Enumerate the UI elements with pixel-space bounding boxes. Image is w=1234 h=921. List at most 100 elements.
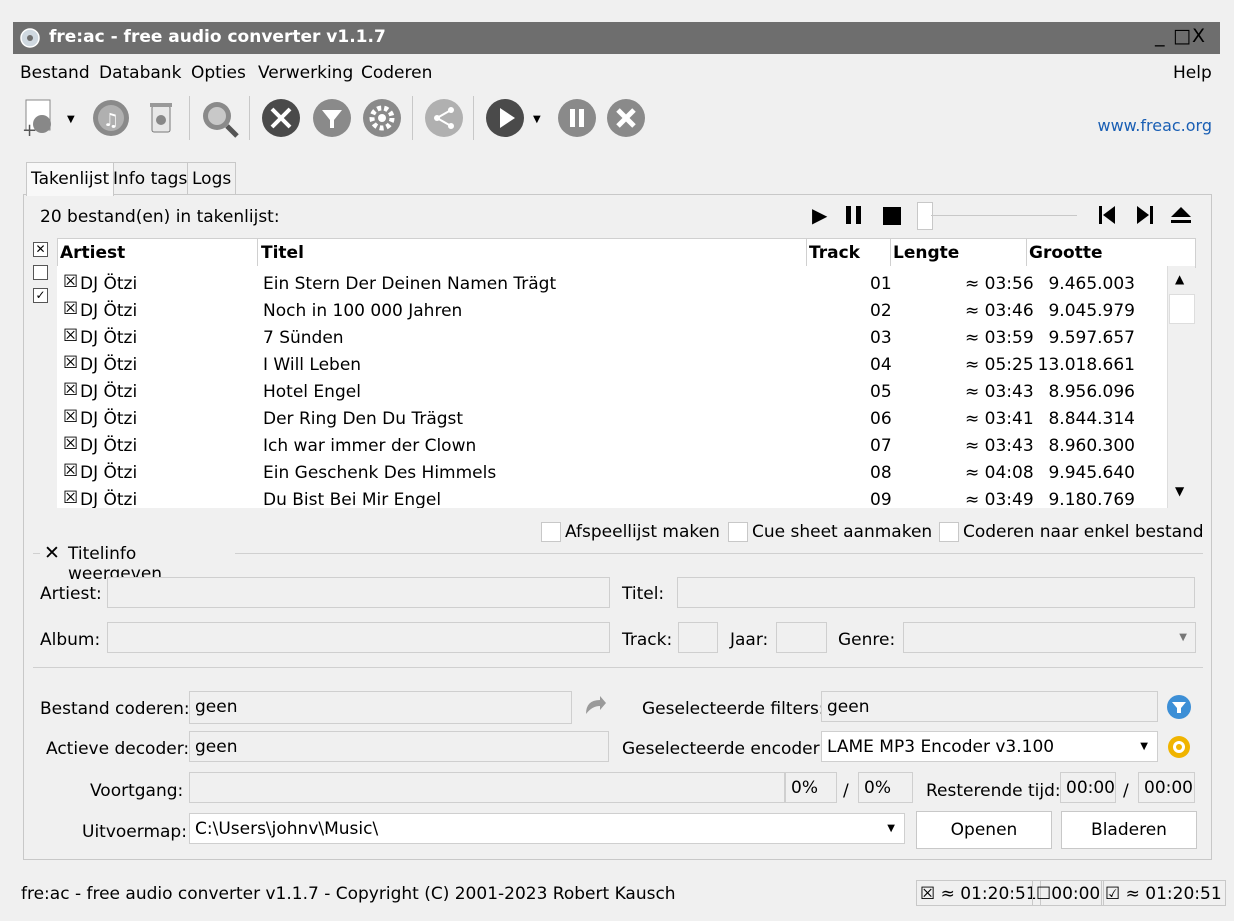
- remaining-separator: /: [1123, 781, 1129, 801]
- row-checkbox[interactable]: ☒: [63, 272, 78, 292]
- chevron-down-icon[interactable]: ▼: [67, 114, 75, 125]
- chevron-down-icon: ▼: [1140, 741, 1148, 752]
- eject-icon[interactable]: [1170, 205, 1192, 230]
- row-checkbox[interactable]: ☒: [63, 353, 78, 373]
- maximize-button[interactable]: □: [1173, 25, 1191, 47]
- row-checkbox[interactable]: ☒: [63, 380, 78, 400]
- album-field[interactable]: [107, 622, 610, 653]
- toggle-selection-checkbox[interactable]: ✓: [33, 288, 48, 303]
- chevron-down-icon[interactable]: ▼: [533, 114, 541, 125]
- open-button[interactable]: Openen: [916, 811, 1052, 849]
- cddb-query-icon[interactable]: [197, 96, 241, 140]
- output-folder-value: C:\Users\johnv\Music\: [195, 819, 379, 839]
- remove-icon[interactable]: [139, 96, 183, 140]
- stop-icon[interactable]: [604, 96, 648, 140]
- remaining-total-time: 00:00: [1138, 772, 1195, 803]
- titleinfo-toggle[interactable]: ✕ Titelinfo weergeven: [40, 542, 235, 584]
- cell-title: Noch in 100 000 Jahren: [263, 301, 463, 321]
- tab-takenlijst[interactable]: Takenlijst: [26, 162, 115, 196]
- status-text: fre:ac - free audio converter v1.1.7 - C…: [21, 884, 676, 904]
- row-checkbox[interactable]: ☒: [63, 326, 78, 346]
- playlist-checkbox[interactable]: [541, 522, 561, 542]
- pause-icon[interactable]: [555, 96, 599, 140]
- table-row[interactable]: ☒ DJ Ötzi Hotel Engel 05 ≈ 03:43 8.956.0…: [57, 378, 1167, 405]
- check-all-checkbox[interactable]: ✕: [33, 242, 48, 257]
- row-checkbox[interactable]: ☒: [63, 407, 78, 427]
- encoder-config-icon[interactable]: [1166, 734, 1192, 765]
- filter-settings-icon[interactable]: [1166, 694, 1192, 725]
- row-checkbox[interactable]: ☒: [63, 299, 78, 319]
- cell-title: Ein Stern Der Deinen Namen Trägt: [263, 274, 557, 294]
- year-field[interactable]: [776, 622, 827, 653]
- row-checkbox[interactable]: ☒: [63, 488, 78, 508]
- joblist-scrollbar[interactable]: ▲ ▼: [1167, 266, 1195, 508]
- column-size[interactable]: Grootte: [1029, 243, 1102, 263]
- cell-artist: DJ Ötzi: [80, 463, 138, 483]
- menu-bestand[interactable]: Bestand: [20, 63, 90, 83]
- table-row[interactable]: ☒ DJ Ötzi Ich war immer der Clown 07 ≈ 0…: [57, 432, 1167, 459]
- encoder-settings-icon[interactable]: [360, 96, 404, 140]
- file-label: Bestand coderen:: [40, 699, 190, 719]
- encoder-select[interactable]: LAME MP3 Encoder v3.100 ▼: [821, 731, 1158, 762]
- add-audio-cd-icon[interactable]: ♫: [89, 96, 133, 140]
- browse-button[interactable]: Bladeren: [1061, 811, 1197, 849]
- row-checkbox[interactable]: ☒: [63, 434, 78, 454]
- add-files-icon[interactable]: +: [18, 96, 62, 141]
- cuesheet-checkbox[interactable]: [728, 522, 748, 542]
- track-field[interactable]: [678, 622, 718, 653]
- table-row[interactable]: ☒ DJ Ötzi Noch in 100 000 Jahren 02 ≈ 03…: [57, 297, 1167, 324]
- seek-slider-handle[interactable]: [917, 202, 933, 230]
- next-track-icon[interactable]: [1134, 205, 1154, 230]
- table-row[interactable]: ☒ DJ Ötzi Ein Geschenk Des Himmels 08 ≈ …: [57, 459, 1167, 486]
- website-link[interactable]: www.freac.org: [1097, 116, 1212, 135]
- cell-track: 07: [870, 436, 892, 456]
- scroll-down-icon[interactable]: ▼: [1175, 484, 1184, 498]
- cell-size: 9.465.003: [1048, 274, 1135, 294]
- play-icon[interactable]: ▶: [812, 203, 827, 227]
- title-field[interactable]: [677, 577, 1195, 608]
- uncheck-all-checkbox[interactable]: [33, 265, 48, 280]
- settings-icon[interactable]: [259, 96, 303, 140]
- share-icon[interactable]: [422, 96, 466, 140]
- artist-field[interactable]: [107, 577, 610, 608]
- file-progress-percent: 0%: [785, 772, 837, 803]
- table-row[interactable]: ☒ DJ Ötzi Du Bist Bei Mir Engel 09 ≈ 03:…: [57, 486, 1167, 508]
- scrollbar-thumb[interactable]: [1169, 294, 1195, 324]
- joblist[interactable]: ☒ DJ Ötzi Ein Stern Der Deinen Namen Trä…: [57, 266, 1167, 508]
- refresh-icon[interactable]: [582, 694, 608, 725]
- previous-track-icon[interactable]: [1098, 205, 1118, 230]
- output-folder-select[interactable]: C:\Users\johnv\Music\ ▼: [189, 813, 905, 844]
- menu-verwerking[interactable]: Verwerking: [258, 63, 353, 83]
- cell-size: 13.018.661: [1037, 355, 1135, 375]
- menu-opties[interactable]: Opties: [191, 63, 246, 83]
- cell-length: ≈ 03:49: [965, 490, 1034, 508]
- close-button[interactable]: X: [1192, 25, 1205, 47]
- table-row[interactable]: ☒ DJ Ötzi 7 Sünden 03 ≈ 03:59 9.597.657: [57, 324, 1167, 351]
- table-row[interactable]: ☒ DJ Ötzi Der Ring Den Du Trägst 06 ≈ 03…: [57, 405, 1167, 432]
- scroll-up-icon[interactable]: ▲: [1175, 272, 1184, 286]
- column-track[interactable]: Track: [809, 243, 860, 263]
- start-encoding-icon[interactable]: [483, 96, 527, 140]
- filters-icon[interactable]: [310, 96, 354, 140]
- cell-title: I Will Leben: [263, 355, 362, 375]
- table-row[interactable]: ☒ DJ Ötzi Ein Stern Der Deinen Namen Trä…: [57, 270, 1167, 297]
- column-artist[interactable]: Artiest: [60, 243, 125, 263]
- menu-help[interactable]: Help: [1173, 63, 1212, 83]
- cell-size: 8.960.300: [1048, 436, 1135, 456]
- pause-icon[interactable]: [844, 205, 864, 230]
- stop-icon[interactable]: [882, 206, 902, 231]
- genre-select[interactable]: ▼: [903, 622, 1196, 653]
- single-file-checkbox[interactable]: [939, 522, 959, 542]
- seek-slider-track[interactable]: [931, 215, 1077, 216]
- minimize-button[interactable]: _: [1155, 25, 1165, 47]
- titleinfo-checkbox[interactable]: ✕: [44, 542, 60, 564]
- menu-coderen[interactable]: Coderen: [361, 63, 432, 83]
- menu-databank[interactable]: Databank: [99, 63, 181, 83]
- column-title[interactable]: Titel: [261, 243, 304, 263]
- row-checkbox[interactable]: ☒: [63, 461, 78, 481]
- cell-length: ≈ 03:41: [965, 409, 1034, 429]
- tab-info-tags[interactable]: Info tags: [108, 162, 193, 195]
- table-row[interactable]: ☒ DJ Ötzi I Will Leben 04 ≈ 05:25 13.018…: [57, 351, 1167, 378]
- tab-logs[interactable]: Logs: [187, 162, 237, 195]
- column-length[interactable]: Lengte: [893, 243, 959, 263]
